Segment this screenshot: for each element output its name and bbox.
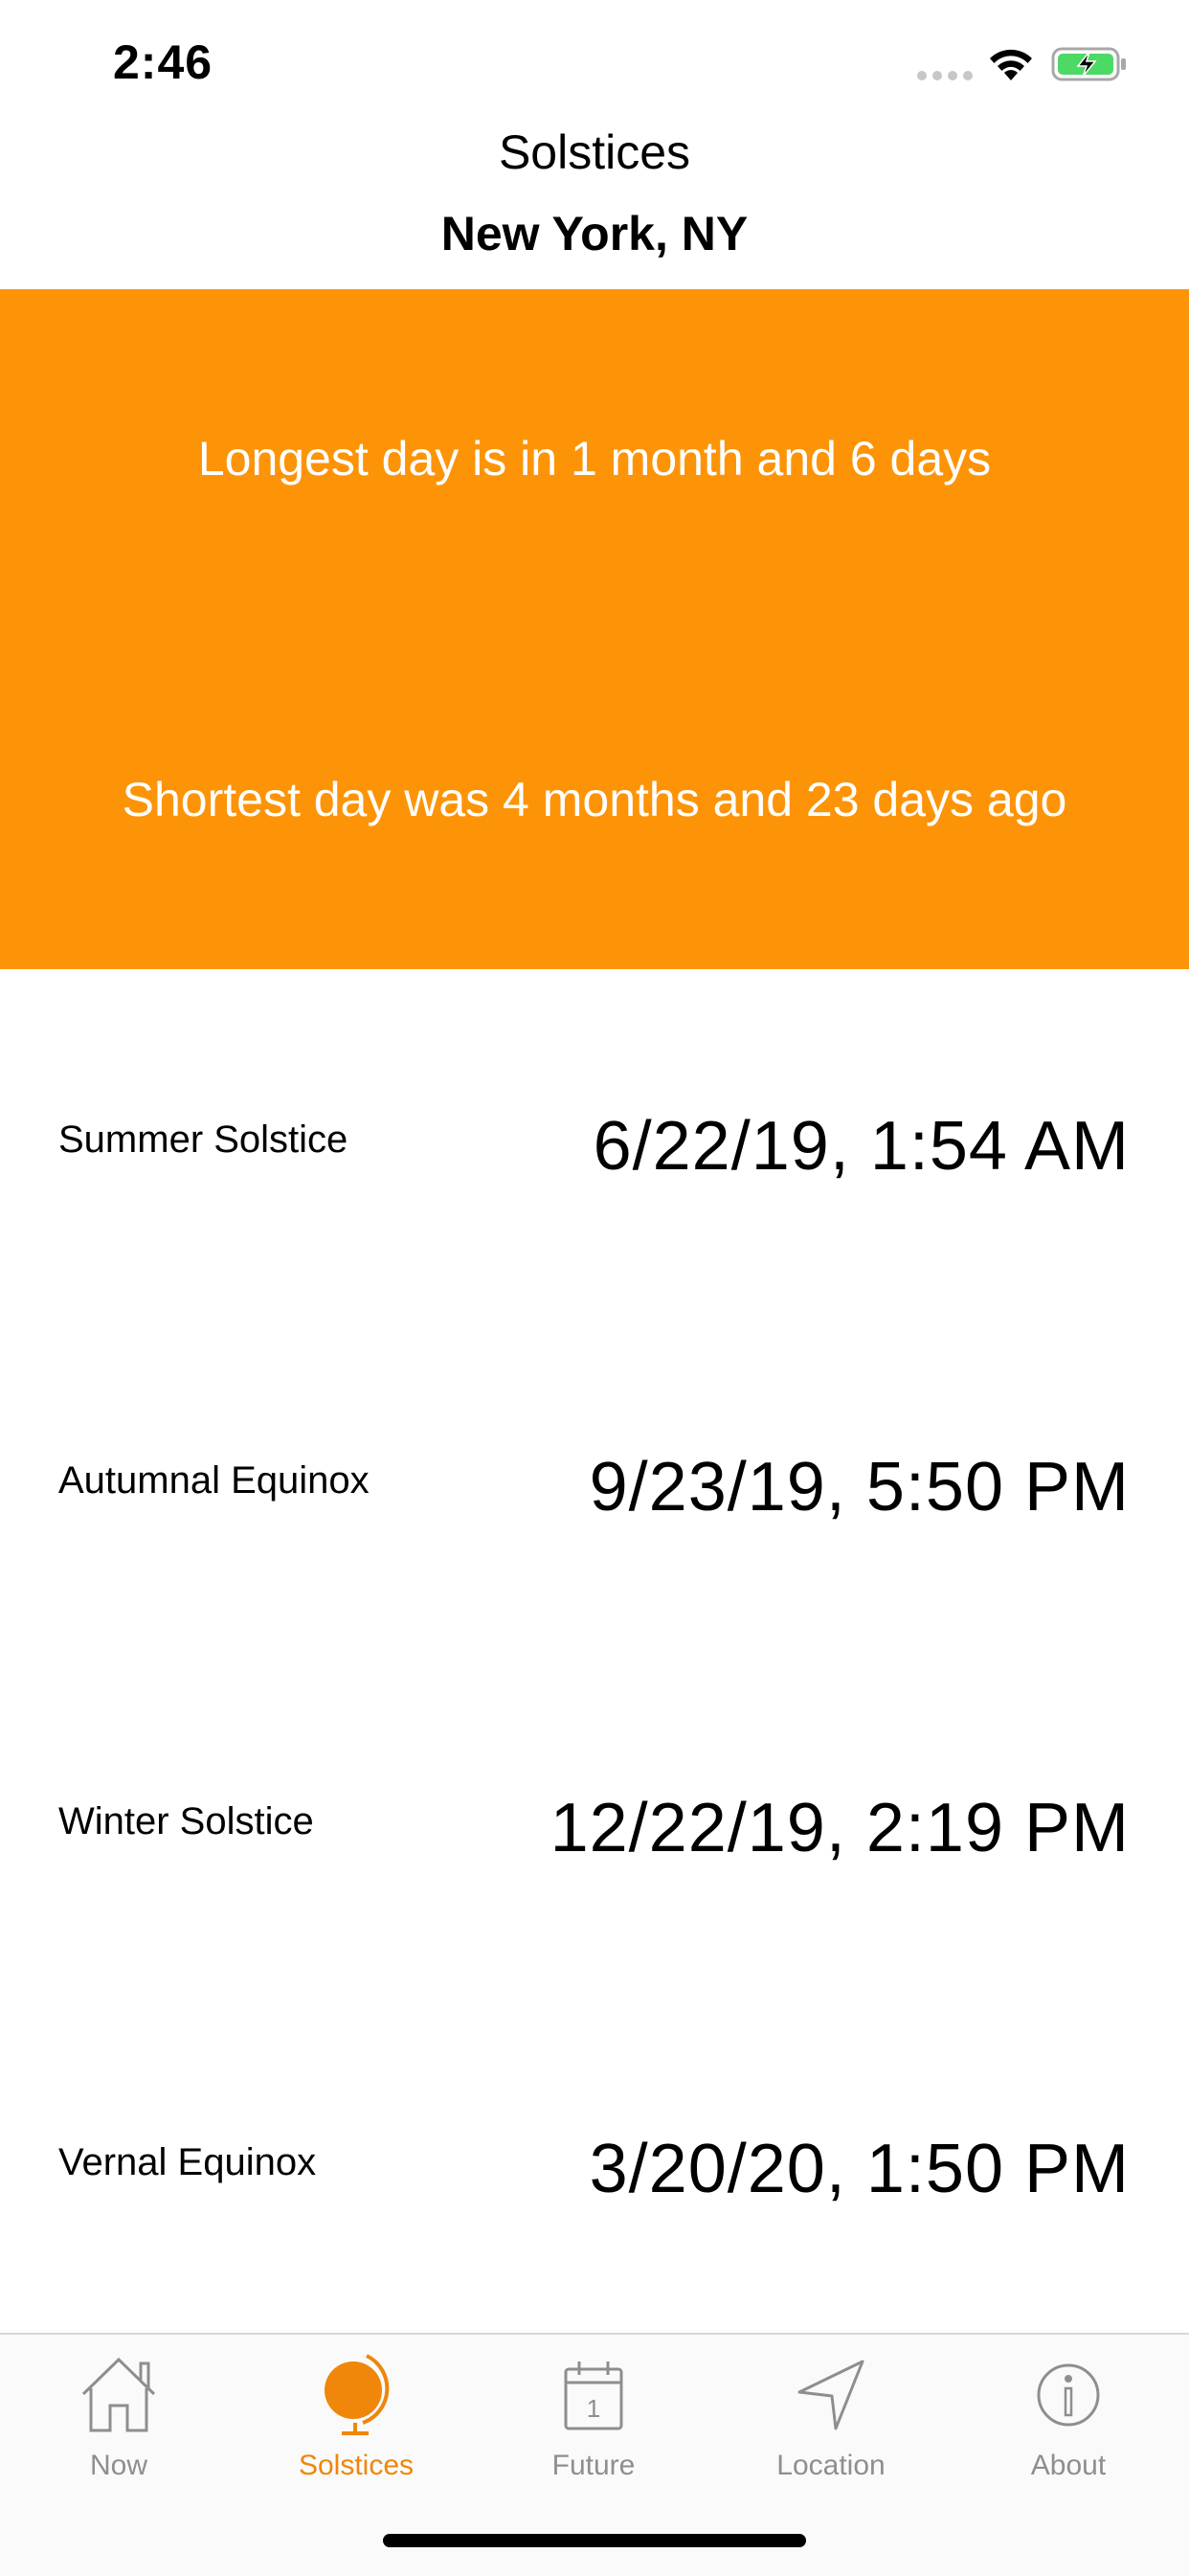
tab-about-label: About xyxy=(1030,2450,1107,2481)
tab-solstices-label: Solstices xyxy=(298,2450,415,2481)
tab-location-label: Location xyxy=(776,2450,886,2481)
status-bar: 2:46 xyxy=(0,0,1189,126)
event-date: 3/20/20, 1:50 PM xyxy=(589,2131,1130,2207)
tab-now[interactable]: Now xyxy=(0,2352,237,2496)
home-indicator[interactable] xyxy=(383,2534,806,2547)
longest-day-text: Longest day is in 1 month and 6 days xyxy=(197,432,992,486)
event-date: 12/22/19, 2:19 PM xyxy=(550,1790,1130,1866)
event-name: Summer Solstice xyxy=(58,1119,348,1161)
shortest-day-text: Shortest day was 4 months and 23 days ag… xyxy=(122,773,1067,826)
globe-icon xyxy=(325,2354,390,2435)
cellular-signal-icon xyxy=(917,71,973,80)
event-date: 6/22/19, 1:54 AM xyxy=(593,1108,1130,1185)
list-item: Winter Solstice 12/22/19, 2:19 PM xyxy=(0,1651,1189,1992)
location-arrow-icon xyxy=(797,2360,864,2430)
tab-future[interactable]: 1 Future xyxy=(475,2352,712,2496)
tab-future-label: Future xyxy=(551,2450,636,2481)
countdown-banner: Longest day is in 1 month and 6 days Sho… xyxy=(0,289,1189,969)
house-icon xyxy=(81,2357,156,2432)
wifi-icon xyxy=(990,49,1032,80)
event-name: Autumnal Equinox xyxy=(58,1459,370,1502)
list-item: Autumnal Equinox 9/23/19, 5:50 PM xyxy=(0,1310,1189,1651)
list-item: Vernal Equinox 3/20/20, 1:50 PM xyxy=(0,1992,1189,2333)
calendar-icon: 1 xyxy=(564,2361,623,2430)
location-subtitle: New York, NY xyxy=(440,207,749,260)
status-time: 2:46 xyxy=(113,35,213,89)
info-icon xyxy=(1037,2363,1100,2427)
tab-now-label: Now xyxy=(89,2450,147,2481)
event-name: Vernal Equinox xyxy=(58,2141,317,2183)
tab-about[interactable]: About xyxy=(950,2352,1187,2496)
tab-location[interactable]: Location xyxy=(712,2352,950,2496)
tab-solstices[interactable]: Solstices xyxy=(237,2352,475,2496)
event-date: 9/23/19, 5:50 PM xyxy=(589,1449,1130,1525)
list-item: Summer Solstice 6/22/19, 1:54 AM xyxy=(0,969,1189,1310)
calendar-icon-day: 1 xyxy=(587,2394,600,2423)
battery-charging-icon xyxy=(1051,47,1126,81)
event-name: Winter Solstice xyxy=(58,1800,314,1842)
page-title: Solstices xyxy=(498,125,691,179)
